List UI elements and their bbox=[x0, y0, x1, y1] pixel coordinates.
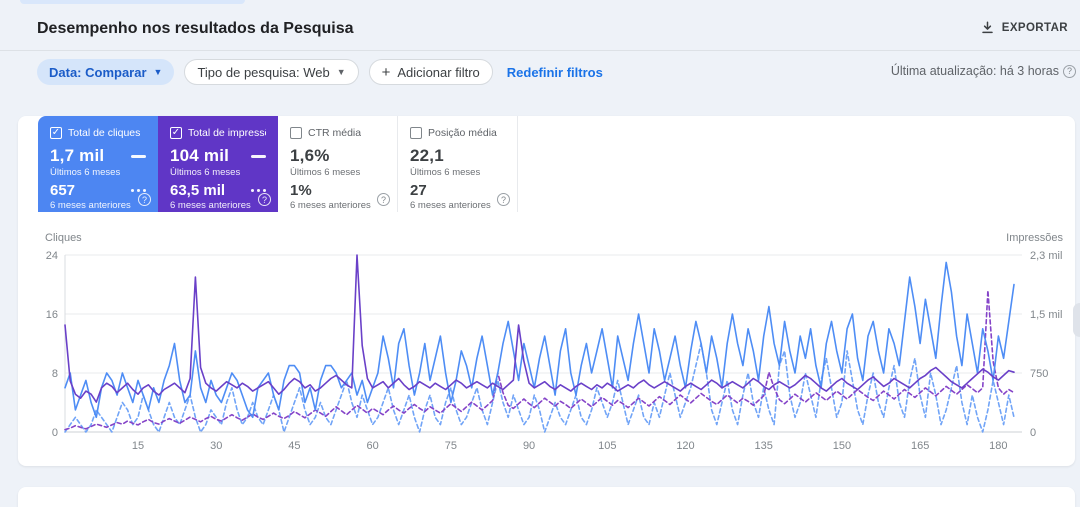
right-axis-title: Impressões bbox=[1006, 232, 1063, 244]
export-button[interactable]: EXPORTAR bbox=[975, 17, 1074, 38]
performance-chart[interactable]: 24 2,3 mil 16 1,5 mil 8 750 0 0 Cliques Impressõe… bbox=[18, 228, 1075, 458]
left-axis-tick: 0 bbox=[52, 427, 58, 439]
tile-label: Posição média bbox=[428, 127, 497, 139]
current-period-label: Últimos 6 meses bbox=[410, 167, 481, 178]
add-filter-label: Adicionar filtro bbox=[397, 64, 480, 80]
previous-period-label: 6 meses anteriores bbox=[50, 200, 131, 211]
right-axis-tick: 750 bbox=[1030, 368, 1048, 380]
x-axis-tick: 15 bbox=[132, 440, 144, 452]
search-type-chip[interactable]: Tipo de pesquisa: Web ▼ bbox=[184, 59, 359, 85]
chevron-down-icon: ▼ bbox=[153, 67, 163, 77]
x-axis-tick: 45 bbox=[288, 440, 300, 452]
tile-total-clicks[interactable]: ✓ Total de cliques 1,7 mil Últimos 6 mes… bbox=[38, 116, 158, 212]
last-update: Última atualização: há 3 horas ? bbox=[891, 64, 1076, 78]
filter-bar: Data: Comparar ▼ Tipo de pesquisa: Web ▼… bbox=[37, 59, 603, 85]
date-filter-label: Data: Comparar bbox=[49, 64, 147, 80]
help-icon[interactable]: ? bbox=[138, 193, 151, 206]
top-banner-edge bbox=[20, 0, 245, 4]
x-axis-tick: 90 bbox=[523, 440, 535, 452]
tile-label: Total de impressõ... bbox=[188, 127, 266, 139]
previous-period-label: 6 meses anteriores bbox=[170, 200, 251, 211]
impressions-previous-value: 63,5 mil bbox=[170, 182, 226, 199]
clicks-previous-value: 657 bbox=[50, 182, 76, 199]
date-filter-chip[interactable]: Data: Comparar ▼ bbox=[37, 59, 175, 85]
lower-panel bbox=[18, 487, 1075, 507]
last-update-text: Última atualização: há 3 horas bbox=[890, 64, 1059, 78]
chart-area: 24 2,3 mil 16 1,5 mil 8 750 0 0 Cliques Impressõe… bbox=[18, 228, 1075, 458]
x-axis-tick: 120 bbox=[676, 440, 694, 452]
x-axis-tick: 75 bbox=[445, 440, 457, 452]
x-axis-tick: 180 bbox=[989, 440, 1007, 452]
x-axis-tick: 105 bbox=[598, 440, 616, 452]
left-axis-tick: 24 bbox=[46, 250, 58, 262]
right-axis-tick: 0 bbox=[1030, 427, 1036, 439]
x-axis-tick: 135 bbox=[755, 440, 773, 452]
add-filter-chip[interactable]: + Adicionar filtro bbox=[368, 59, 493, 85]
solid-line-icon bbox=[251, 154, 266, 158]
checkbox-clicks[interactable]: ✓ bbox=[50, 127, 62, 139]
side-handle[interactable] bbox=[1073, 303, 1080, 337]
search-type-label: Tipo de pesquisa: Web bbox=[197, 64, 330, 80]
right-axis-tick: 1,5 mil bbox=[1030, 309, 1062, 321]
help-icon[interactable]: ? bbox=[377, 193, 390, 206]
current-period-label: Últimos 6 meses bbox=[290, 167, 361, 178]
ctr-previous-value: 1% bbox=[290, 182, 312, 199]
help-icon[interactable]: ? bbox=[258, 193, 271, 206]
x-axis-tick: 165 bbox=[911, 440, 929, 452]
checkbox-ctr[interactable]: ✓ bbox=[290, 127, 302, 139]
plus-icon: + bbox=[381, 63, 391, 81]
checkbox-position[interactable]: ✓ bbox=[410, 127, 422, 139]
chevron-down-icon: ▼ bbox=[336, 67, 346, 77]
tile-avg-ctr[interactable]: ✓ CTR média 1,6% Últimos 6 meses 1% 6 me… bbox=[278, 116, 398, 212]
position-current-value: 22,1 bbox=[410, 146, 444, 165]
previous-period-label: 6 meses anteriores bbox=[410, 200, 491, 211]
export-label: EXPORTAR bbox=[1001, 21, 1068, 34]
reset-filters-link[interactable]: Redefinir filtros bbox=[507, 65, 603, 80]
tile-label: CTR média bbox=[308, 127, 362, 139]
left-axis-tick: 8 bbox=[52, 368, 58, 380]
clicks-current-value: 1,7 mil bbox=[50, 146, 105, 165]
current-period-label: Últimos 6 meses bbox=[170, 167, 241, 178]
page-title: Desempenho nos resultados da Pesquisa bbox=[37, 20, 354, 37]
position-previous-value: 27 bbox=[410, 182, 427, 199]
x-axis-tick: 30 bbox=[210, 440, 222, 452]
tile-total-impressions[interactable]: ✓ Total de impressõ... 104 mil Últimos 6… bbox=[158, 116, 278, 212]
left-axis-tick: 16 bbox=[46, 309, 58, 321]
tile-label: Total de cliques bbox=[68, 127, 141, 139]
current-period-label: Últimos 6 meses bbox=[50, 167, 121, 178]
checkbox-impressions[interactable]: ✓ bbox=[170, 127, 182, 139]
left-axis-title: Cliques bbox=[45, 232, 82, 244]
dotted-line-icon bbox=[250, 188, 266, 193]
header-divider bbox=[0, 50, 1080, 51]
impressions-current-value: 104 mil bbox=[170, 146, 230, 165]
x-axis-tick: 60 bbox=[367, 440, 379, 452]
help-icon[interactable]: ? bbox=[1063, 64, 1076, 78]
performance-panel: ✓ Total de cliques 1,7 mil Últimos 6 mes… bbox=[18, 116, 1075, 466]
previous-period-label: 6 meses anteriores bbox=[290, 200, 371, 211]
right-axis-tick: 2,3 mil bbox=[1030, 250, 1062, 262]
dotted-line-icon bbox=[130, 188, 146, 193]
metric-tiles: ✓ Total de cliques 1,7 mil Últimos 6 mes… bbox=[38, 116, 518, 212]
series-line bbox=[64, 261, 1015, 419]
download-icon bbox=[982, 21, 993, 34]
solid-line-icon bbox=[131, 154, 146, 158]
help-icon[interactable]: ? bbox=[497, 193, 510, 206]
x-axis-tick: 150 bbox=[833, 440, 851, 452]
tile-avg-position[interactable]: ✓ Posição média 22,1 Últimos 6 meses 27 … bbox=[398, 116, 518, 212]
ctr-current-value: 1,6% bbox=[290, 146, 330, 165]
